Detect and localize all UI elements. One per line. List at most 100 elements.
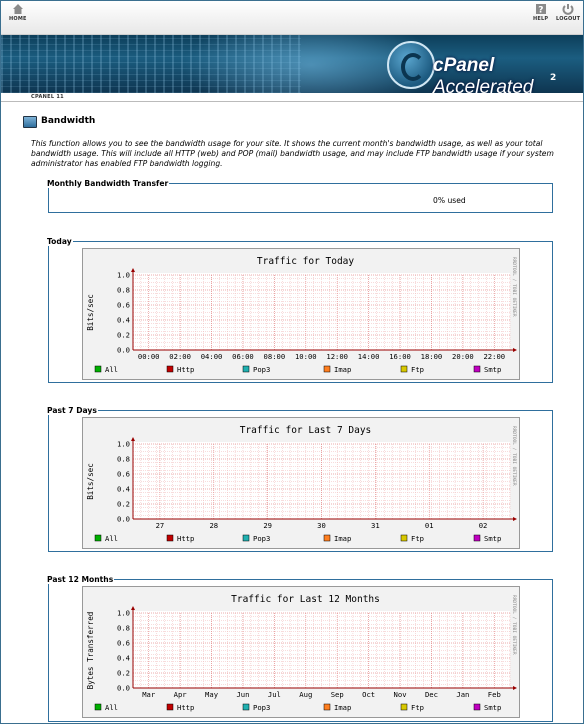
x-tick-label: 18:00	[421, 352, 443, 361]
logo-word-accelerated: Accelerated	[433, 77, 534, 93]
y-tick-label: 0.4	[117, 316, 130, 325]
legend-swatch	[400, 703, 408, 711]
y-tick-label: 0.8	[117, 286, 130, 295]
x-tick-label: 10:00	[295, 352, 317, 361]
x-tick-label: 00:00	[138, 352, 160, 361]
past-12-months-graph: Traffic for Last 12 Months RRDTOOL / TOBI…	[82, 586, 520, 718]
x-tick-label: 08:00	[264, 352, 286, 361]
legend-label: Ftp	[411, 534, 424, 543]
x-tick-label: Aug	[299, 690, 312, 699]
legend-item-all: All	[94, 365, 118, 374]
today-legend: Today	[47, 237, 72, 246]
y-axis-arrow	[131, 268, 135, 272]
legend-label: Http	[177, 534, 194, 543]
legend-label: All	[105, 365, 118, 374]
legend-item-all: All	[94, 534, 118, 543]
y-tick-label: 1.0	[117, 609, 130, 618]
y-axis-label: Bits/sec	[86, 463, 95, 500]
legend-label: Pop3	[253, 534, 270, 543]
bandwidth-icon	[23, 116, 37, 128]
legend-swatch	[242, 365, 250, 373]
legend-label: Ftp	[411, 365, 424, 374]
x-tick-label: 06:00	[232, 352, 254, 361]
breadcrumb[interactable]: CPANEL 11	[31, 94, 64, 100]
chart-title: Traffic for Last 7 Days	[240, 425, 372, 436]
home-label: HOME	[9, 16, 27, 22]
legend-item-pop3: Pop3	[242, 365, 270, 374]
x-tick-label: Jan	[456, 690, 469, 699]
x-tick-label: Jul	[268, 690, 281, 699]
legend-label: Http	[177, 703, 194, 712]
cpanel-logo-icon	[387, 41, 435, 89]
past-7-days-legend: Past 7 Days	[47, 406, 97, 415]
y-axis-arrow	[131, 606, 135, 610]
legend-item-imap: Imap	[323, 365, 351, 374]
legend-label: Smtp	[484, 534, 501, 543]
legend-label: All	[105, 703, 118, 712]
y-tick-label: 0.4	[117, 485, 130, 494]
legend-item-ftp: Ftp	[400, 365, 424, 374]
cpanel-logo-text: cPanel Accelerated	[433, 55, 583, 93]
y-tick-label: 0.0	[117, 515, 130, 524]
page-frame: HOME ? HELP LOGOUT cPanel Accelerated 2 …	[0, 0, 584, 724]
svg-text:?: ?	[538, 6, 543, 16]
home-icon	[12, 4, 23, 14]
legend-swatch	[166, 703, 174, 711]
logout-button[interactable]: LOGOUT	[556, 3, 580, 22]
y-tick-label: 0.6	[117, 301, 130, 310]
legend-swatch	[473, 534, 481, 542]
legend-item-smtp: Smtp	[473, 534, 501, 543]
legend-swatch	[166, 365, 174, 373]
y-tick-label: 0.2	[117, 331, 130, 340]
chart-title: Traffic for Today	[257, 256, 355, 267]
x-tick-label: 22:00	[483, 352, 505, 361]
logout-icon	[562, 4, 574, 15]
legend-item-ftp: Ftp	[400, 703, 424, 712]
legend-label: Pop3	[253, 365, 270, 374]
help-label: HELP	[533, 16, 549, 22]
today-graph: Traffic for Today RRDTOOL / TOBI OETIKER B…	[82, 248, 520, 380]
help-icon: ?	[535, 4, 546, 16]
legend-swatch	[242, 703, 250, 711]
y-tick-label: 0.2	[117, 500, 130, 509]
legend-item-ftp: Ftp	[400, 534, 424, 543]
x-tick-label: 02	[479, 521, 488, 530]
rrdtool-credit: RRDTOOL / TOBI OETIKER	[511, 595, 517, 655]
x-tick-label: 02:00	[169, 352, 191, 361]
x-tick-label: Apr	[174, 690, 188, 699]
x-axis-arrow	[513, 517, 517, 521]
x-tick-label: May	[205, 690, 219, 699]
x-axis-arrow	[513, 686, 517, 690]
legend-item-pop3: Pop3	[242, 534, 270, 543]
logo-word-cpanel: cPanel	[433, 55, 495, 76]
rrdtool-credit: RRDTOOL / TOBI OETIKER	[511, 257, 517, 317]
help-button[interactable]: ? HELP	[533, 3, 548, 22]
legend-swatch	[94, 534, 102, 542]
x-axis-arrow	[513, 348, 517, 352]
x-tick-label: Mar	[142, 690, 156, 699]
legend-item-smtp: Smtp	[473, 365, 501, 374]
y-tick-label: 1.0	[117, 271, 130, 280]
x-tick-label: Feb	[488, 690, 501, 699]
y-axis-arrow	[131, 437, 135, 441]
legend-swatch	[166, 534, 174, 542]
legend-item-http: Http	[166, 365, 194, 374]
y-tick-label: 0.0	[117, 684, 130, 693]
legend-swatch	[94, 365, 102, 373]
legend-swatch	[323, 365, 331, 373]
legend-label: Smtp	[484, 703, 501, 712]
legend-item-all: All	[94, 703, 118, 712]
chart-title: Traffic for Last 12 Months	[231, 594, 380, 605]
legend-item-imap: Imap	[323, 703, 351, 712]
legend-label: Http	[177, 365, 194, 374]
x-tick-label: Dec	[425, 690, 438, 699]
chart-svg: Traffic for Last 7 Days RRDTOOL / TOBI OE…	[86, 425, 517, 543]
x-tick-label: 04:00	[201, 352, 223, 361]
legend-label: Imap	[334, 365, 351, 374]
y-tick-label: 0.8	[117, 624, 130, 633]
x-tick-label: 14:00	[358, 352, 380, 361]
home-button[interactable]: HOME	[9, 3, 27, 22]
monthly-transfer-panel: Monthly Bandwidth Transfer	[47, 179, 553, 213]
monthly-transfer-legend: Monthly Bandwidth Transfer	[47, 179, 169, 188]
x-tick-label: 16:00	[389, 352, 411, 361]
